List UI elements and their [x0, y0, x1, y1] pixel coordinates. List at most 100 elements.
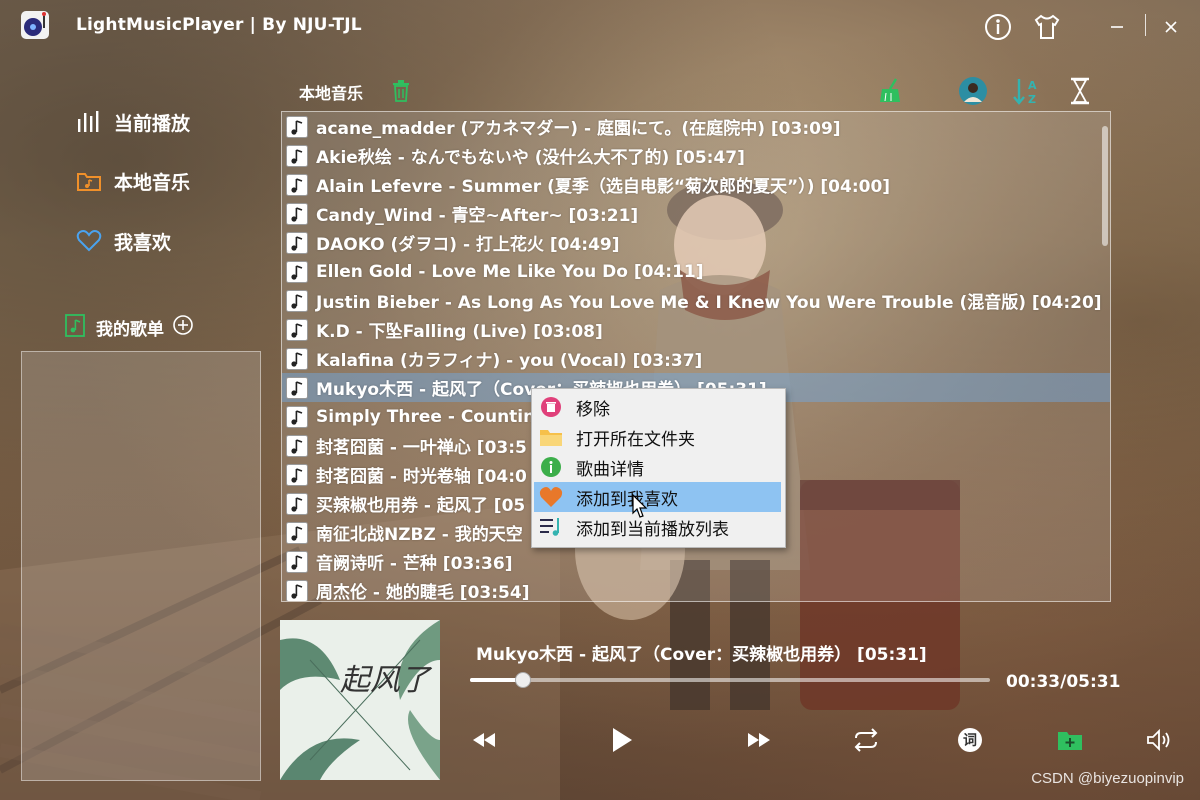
- svg-text:Z: Z: [1028, 93, 1036, 106]
- menu-item-song-details[interactable]: 歌曲详情: [534, 452, 781, 482]
- song-row[interactable]: Candy_Wind - 青空~After~ [03:21]: [282, 199, 1110, 228]
- playlist-panel[interactable]: [21, 351, 261, 781]
- title-bar: LightMusicPlayer | By NJU-TJL: [0, 0, 1200, 54]
- music-note-icon: [286, 115, 308, 138]
- song-title: Kalafina (カラフィナ) - you (Vocal) [03:37]: [316, 351, 703, 371]
- menu-item-label: 添加到我喜欢: [576, 489, 678, 510]
- bars-icon: [76, 109, 102, 135]
- song-title: Akie秋绘 - なんでもないや (没什么大不了的) [05:47]: [316, 148, 745, 168]
- mouse-cursor-icon: [632, 494, 648, 518]
- song-title: 音阙诗听 - 芒种 [03:36]: [316, 554, 513, 574]
- vinyl-logo-icon: [20, 10, 50, 40]
- song-row[interactable]: 音阙诗听 - 芒种 [03:36]: [282, 547, 1110, 576]
- trash-icon[interactable]: [384, 74, 418, 108]
- sidebar-item-label: 我喜欢: [114, 231, 172, 254]
- music-note-icon: [286, 550, 308, 573]
- info-icon: [538, 454, 564, 480]
- add-to-playlist-button[interactable]: [1052, 722, 1088, 758]
- song-title: DAOKO (ダヲコ) - 打上花火 [04:49]: [316, 235, 620, 255]
- menu-item-open-folder[interactable]: 打开所在文件夹: [534, 422, 781, 452]
- next-button[interactable]: [741, 722, 777, 758]
- song-row[interactable]: K.D - 下坠Falling (Live) [03:08]: [282, 315, 1110, 344]
- progress-handle[interactable]: [515, 672, 531, 688]
- user-avatar-icon[interactable]: [956, 74, 990, 108]
- svg-text:A: A: [1028, 79, 1037, 92]
- add-playlist-button[interactable]: [172, 314, 194, 341]
- heart-icon: [76, 228, 102, 254]
- scrollbar[interactable]: [1102, 126, 1108, 246]
- music-note-icon: [286, 376, 308, 399]
- music-note-icon: [286, 405, 308, 428]
- song-title: Alain Lefevre - Summer (夏季（选自电影“菊次郎的夏天”）…: [316, 177, 891, 197]
- sort-az-icon[interactable]: AZ: [1010, 74, 1044, 108]
- music-note-icon: [286, 521, 308, 544]
- music-note-icon: [286, 260, 308, 283]
- song-row[interactable]: acane_madder (アカネマダー) - 庭園にて。(在庭院中) [03:…: [282, 112, 1110, 141]
- song-row[interactable]: 周杰伦 - 她的睫毛 [03:54]: [282, 576, 1110, 602]
- song-title: 封茗囧菌 - 时光卷轴 [04:0: [316, 467, 527, 487]
- song-title: Candy_Wind - 青空~After~ [03:21]: [316, 206, 639, 226]
- minimize-button[interactable]: [1102, 12, 1132, 42]
- sidebar-item-local-music[interactable]: 本地音乐: [76, 164, 190, 198]
- repeat-button[interactable]: [848, 722, 884, 758]
- svg-text:词: 词: [963, 733, 977, 749]
- app-title: LightMusicPlayer | By NJU-TJL: [76, 15, 362, 35]
- menu-item-label: 打开所在文件夹: [576, 429, 695, 450]
- music-note-icon: [286, 144, 308, 167]
- music-note-icon: [286, 289, 308, 312]
- menu-item-add-to-queue[interactable]: 添加到当前播放列表: [534, 512, 781, 542]
- about-icon[interactable]: [983, 12, 1013, 42]
- title-separator: [1145, 14, 1146, 36]
- music-note-icon: [286, 434, 308, 457]
- song-title: 买辣椒也用券 - 起风了 [05: [316, 496, 526, 516]
- now-playing-title: Mukyo木西 - 起风了（Cover：买辣椒也用券） [05:31]: [476, 645, 927, 665]
- sidebar-item-favorites[interactable]: 我喜欢: [76, 224, 171, 258]
- sidebar-item-label: 本地音乐: [114, 171, 191, 194]
- playlist-music-icon: [64, 312, 88, 343]
- song-row[interactable]: Akie秋绘 - なんでもないや (没什么大不了的) [05:47]: [282, 141, 1110, 170]
- hourglass-icon[interactable]: [1063, 74, 1097, 108]
- menu-item-add-favorite[interactable]: 添加到我喜欢: [534, 482, 781, 512]
- skin-shirt-icon[interactable]: [1032, 12, 1062, 42]
- song-title: acane_madder (アカネマダー) - 庭園にて。(在庭院中) [03:…: [316, 119, 841, 139]
- song-row[interactable]: Ellen Gold - Love Me Like You Do [04:11]: [282, 257, 1110, 286]
- menu-item-remove[interactable]: 移除: [534, 392, 781, 422]
- volume-button[interactable]: [1140, 722, 1176, 758]
- my-playlists-label: 我的歌单: [96, 319, 164, 340]
- music-note-icon: [286, 202, 308, 225]
- music-note-icon: [286, 463, 308, 486]
- trash-icon: [538, 394, 564, 420]
- sidebar-item-now-playing[interactable]: 当前播放: [76, 105, 190, 139]
- time-display: 00:33/05:31: [1006, 672, 1121, 692]
- music-note-icon: [286, 318, 308, 341]
- music-note-icon: [286, 231, 308, 254]
- song-row[interactable]: Kalafina (カラフィナ) - you (Vocal) [03:37]: [282, 344, 1110, 373]
- clean-broom-icon[interactable]: [873, 74, 907, 108]
- player-window: LightMusicPlayer | By NJU-TJL 当前播放 本地音乐 …: [0, 0, 1200, 800]
- song-title: Ellen Gold - Love Me Like You Do [04:11]: [316, 261, 704, 282]
- music-note-icon: [286, 347, 308, 370]
- song-title: Simply Three - Counting: [316, 406, 548, 427]
- add-to-playlist-icon: [538, 514, 564, 540]
- heart-icon: [538, 484, 564, 510]
- menu-item-label: 添加到当前播放列表: [576, 519, 729, 540]
- play-button[interactable]: [604, 722, 640, 758]
- progress-bar[interactable]: [470, 672, 990, 688]
- song-row[interactable]: DAOKO (ダヲコ) - 打上花火 [04:49]: [282, 228, 1110, 257]
- song-title: 南征北战NZBZ - 我的天空: [316, 525, 523, 545]
- music-note-icon: [286, 492, 308, 515]
- song-title: K.D - 下坠Falling (Live) [03:08]: [316, 322, 603, 342]
- sidebar-item-label: 当前播放: [114, 112, 191, 135]
- close-button[interactable]: [1156, 12, 1186, 42]
- list-title: 本地音乐: [299, 84, 364, 103]
- menu-item-label: 移除: [576, 399, 610, 420]
- previous-button[interactable]: [466, 722, 502, 758]
- menu-item-label: 歌曲详情: [576, 459, 644, 480]
- song-row[interactable]: Alain Lefevre - Summer (夏季（选自电影“菊次郎的夏天”）…: [282, 170, 1110, 199]
- song-title: 周杰伦 - 她的睫毛 [03:54]: [316, 583, 530, 602]
- lyrics-button[interactable]: 词: [952, 722, 988, 758]
- folder-icon: [538, 424, 564, 450]
- song-title: Justin Bieber - As Long As You Love Me &…: [316, 293, 1102, 313]
- song-row[interactable]: Justin Bieber - As Long As You Love Me &…: [282, 286, 1110, 315]
- music-note-icon: [286, 173, 308, 196]
